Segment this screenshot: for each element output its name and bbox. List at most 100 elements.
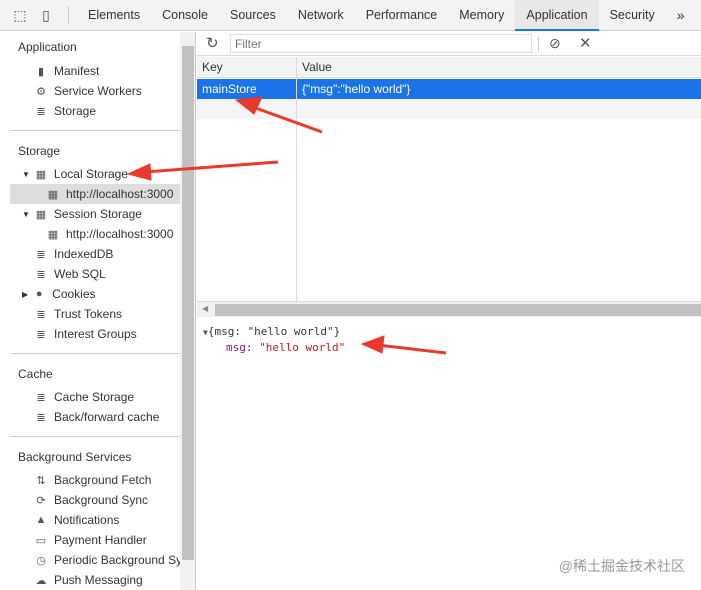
up-down-arrows-icon: ⇅: [36, 474, 46, 487]
sidebar-scrollbar[interactable]: [180, 32, 196, 590]
table-hscrollbar[interactable]: ◀: [197, 301, 701, 317]
label: Cookies: [52, 287, 96, 301]
gear-icon: ⚙: [36, 85, 46, 98]
sidebar-item-push-messaging[interactable]: ☁ Push Messaging: [34, 570, 143, 590]
section-storage: Storage: [18, 144, 61, 158]
grid-icon: ▦: [35, 168, 47, 181]
divider: [10, 436, 180, 437]
sidebar-item-cookies[interactable]: ▶ ● Cookies: [22, 284, 96, 304]
label: Storage: [54, 104, 97, 118]
expand-arrow-icon[interactable]: ▶: [22, 290, 28, 299]
label: IndexedDB: [54, 247, 114, 261]
more-tabs-button[interactable]: »: [666, 0, 696, 31]
column-value[interactable]: Value: [297, 57, 332, 77]
toolbar-divider: [68, 6, 69, 24]
sidebar-item-indexeddb[interactable]: ≣ IndexedDB: [34, 244, 113, 264]
label: Web SQL: [54, 267, 106, 281]
property-value: "hello world": [259, 341, 346, 354]
grid-icon: ▦: [47, 188, 59, 201]
expand-arrow-icon[interactable]: ▼: [22, 210, 30, 219]
watermark: @稀土掘金技术社区: [558, 558, 685, 574]
clock-icon: ◷: [36, 554, 46, 567]
sidebar-item-cache-storage[interactable]: ≣ Cache Storage: [34, 387, 134, 407]
database-icon: ≣: [36, 248, 46, 261]
bell-icon: ▲: [35, 514, 47, 526]
summary-text: {msg: "hello world"}: [207, 325, 341, 338]
sidebar-item-session-storage[interactable]: ▼ ▦ Session Storage: [22, 204, 142, 224]
preview-summary[interactable]: ▼{msg: "hello world"}: [203, 325, 340, 338]
clear-all-icon[interactable]: ⊘: [549, 35, 561, 52]
sidebar-item-payment-handler[interactable]: ▭ Payment Handler: [34, 530, 147, 550]
label: Manifest: [54, 64, 100, 78]
tab-console[interactable]: Console: [151, 0, 219, 31]
filter-input[interactable]: [230, 34, 532, 53]
section-cache: Cache: [18, 367, 53, 381]
label: Background Fetch: [54, 473, 152, 487]
grid-icon: ▦: [35, 208, 47, 221]
scroll-left-icon[interactable]: ◀: [202, 304, 208, 313]
sidebar-item-background-fetch[interactable]: ⇅ Background Fetch: [34, 470, 151, 490]
label: Session Storage: [53, 207, 142, 221]
sidebar-item-manifest[interactable]: ▮ Manifest: [34, 61, 99, 81]
sidebar-item-local-storage[interactable]: ▼ ▦ Local Storage: [22, 164, 128, 184]
database-icon: ≣: [36, 308, 46, 321]
filter-bar: ↻ ⊘ ✕: [197, 32, 701, 56]
sidebar-item-storage[interactable]: ≣ Storage: [34, 101, 96, 121]
label: Back/forward cache: [54, 410, 160, 424]
cloud-icon: ☁: [35, 574, 47, 587]
section-application: Application: [18, 40, 77, 54]
tab-sources[interactable]: Sources: [219, 0, 287, 31]
label: Push Messaging: [54, 573, 143, 587]
label: http://localhost:3000: [66, 227, 174, 241]
tab-application[interactable]: Application: [515, 0, 599, 31]
cell-key[interactable]: mainStore: [197, 79, 257, 99]
database-icon: ≣: [36, 105, 46, 118]
card-icon: ▭: [35, 534, 47, 547]
label: Interest Groups: [54, 327, 137, 341]
sidebar-item-session-storage-localhost[interactable]: ▦ http://localhost:3000: [46, 224, 174, 244]
expand-arrow-icon[interactable]: ▼: [22, 170, 30, 179]
tab-network[interactable]: Network: [287, 0, 355, 31]
table-row[interactable]: mainStore {"msg":"hello world"}: [197, 79, 701, 99]
tab-memory[interactable]: Memory: [448, 0, 515, 31]
cell-value[interactable]: {"msg":"hello world"}: [297, 79, 410, 99]
preview-property: msg: "hello world": [226, 341, 345, 354]
sidebar-item-trust-tokens[interactable]: ≣ Trust Tokens: [34, 304, 122, 324]
devtools-toolbar: ⬚ ▯ Elements Console Sources Network Per…: [0, 0, 701, 31]
label: http://localhost:3000: [66, 187, 174, 201]
sidebar-item-local-storage-localhost[interactable]: ▦ http://localhost:3000: [10, 184, 180, 204]
sidebar-item-interest-groups[interactable]: ≣ Interest Groups: [34, 324, 137, 344]
property-key: msg: [226, 341, 246, 354]
sidebar-item-bfcache[interactable]: ≣ Back/forward cache: [34, 407, 159, 427]
sidebar-item-background-sync[interactable]: ⟳ Background Sync: [34, 490, 148, 510]
device-toolbar-icon[interactable]: ▯: [36, 5, 56, 25]
label: Local Storage: [53, 167, 128, 181]
label: Cache Storage: [54, 390, 135, 404]
section-background-services: Background Services: [18, 450, 132, 464]
inspect-element-icon[interactable]: ⬚: [10, 5, 30, 25]
sidebar-item-notifications[interactable]: ▲ Notifications: [34, 510, 120, 530]
label: Trust Tokens: [54, 307, 123, 321]
grid-icon: ▦: [47, 228, 59, 241]
tab-elements[interactable]: Elements: [77, 0, 151, 31]
storage-view: ↻ ⊘ ✕ Key Value mainStore {"msg":"hello …: [197, 32, 701, 590]
column-key[interactable]: Key: [197, 57, 223, 77]
delete-selected-icon[interactable]: ✕: [579, 34, 592, 52]
label: Payment Handler: [54, 533, 147, 547]
column-divider: [296, 57, 297, 301]
table-header: Key Value: [197, 57, 701, 78]
scrollbar-thumb[interactable]: [182, 46, 194, 560]
cookie-icon: ●: [35, 288, 43, 300]
refresh-icon[interactable]: ↻: [206, 34, 219, 52]
divider: [10, 353, 180, 354]
scrollbar-thumb[interactable]: [215, 304, 701, 316]
sidebar-item-periodic-background-sync[interactable]: ◷ Periodic Background Sync: [34, 550, 180, 570]
label: Notifications: [54, 513, 120, 527]
sidebar-item-websql[interactable]: ≣ Web SQL: [34, 264, 106, 284]
database-icon: ≣: [36, 268, 46, 281]
tab-performance[interactable]: Performance: [355, 0, 449, 31]
sidebar-item-service-workers[interactable]: ⚙ Service Workers: [34, 81, 142, 101]
tab-security[interactable]: Security: [599, 0, 666, 31]
label: Periodic Background Sync: [54, 553, 180, 567]
database-icon: ≣: [36, 328, 46, 341]
